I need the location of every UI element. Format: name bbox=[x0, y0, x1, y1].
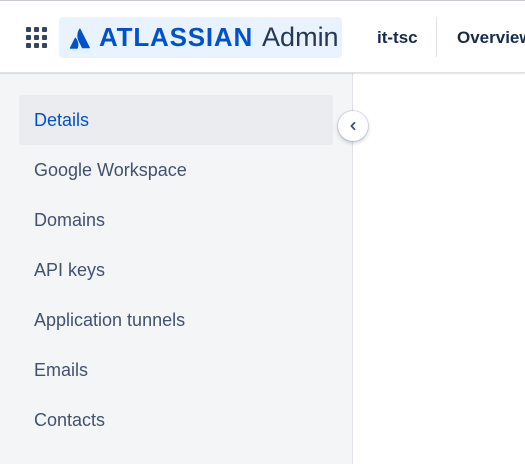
sidebar: Details Google Workspace Domains API key… bbox=[0, 73, 352, 464]
sidebar-item-google-workspace[interactable]: Google Workspace bbox=[19, 145, 333, 195]
sidebar-item-application-tunnels[interactable]: Application tunnels bbox=[19, 295, 333, 345]
org-switcher[interactable]: it-tsc bbox=[377, 28, 418, 48]
header-divider bbox=[436, 17, 437, 57]
sidebar-item-label: Emails bbox=[34, 359, 89, 380]
sidebar-item-label: API keys bbox=[34, 259, 106, 280]
sidebar-item-label: Details bbox=[34, 109, 90, 130]
sidebar-item-label: Contacts bbox=[34, 409, 106, 430]
logo-product-name: Admin bbox=[262, 22, 339, 52]
nav-overview-link[interactable]: Overview bbox=[457, 28, 525, 48]
sidebar-nav-list: Details Google Workspace Domains API key… bbox=[19, 95, 333, 445]
sidebar-item-api-keys[interactable]: API keys bbox=[19, 245, 333, 295]
sidebar-item-domains[interactable]: Domains bbox=[19, 195, 333, 245]
main-content-area bbox=[353, 73, 525, 464]
collapse-sidebar-button[interactable] bbox=[338, 111, 368, 141]
chevron-left-icon bbox=[350, 121, 356, 131]
logo-wordmark: ATLASSIAN bbox=[99, 22, 254, 52]
sidebar-item-label: Google Workspace bbox=[34, 159, 187, 180]
sidebar-item-label: Application tunnels bbox=[34, 309, 186, 330]
atlassian-logo-icon bbox=[69, 28, 90, 49]
sidebar-item-label: Domains bbox=[34, 209, 106, 230]
top-navigation-bar: ATLASSIAN Admin it-tsc Overview bbox=[0, 1, 525, 73]
app-switcher-grid-icon[interactable] bbox=[26, 27, 48, 49]
atlassian-admin-logo[interactable]: ATLASSIAN Admin bbox=[59, 17, 342, 58]
sidebar-item-emails[interactable]: Emails bbox=[19, 345, 333, 395]
sidebar-item-details[interactable]: Details bbox=[19, 95, 333, 145]
sidebar-item-contacts[interactable]: Contacts bbox=[19, 395, 333, 445]
